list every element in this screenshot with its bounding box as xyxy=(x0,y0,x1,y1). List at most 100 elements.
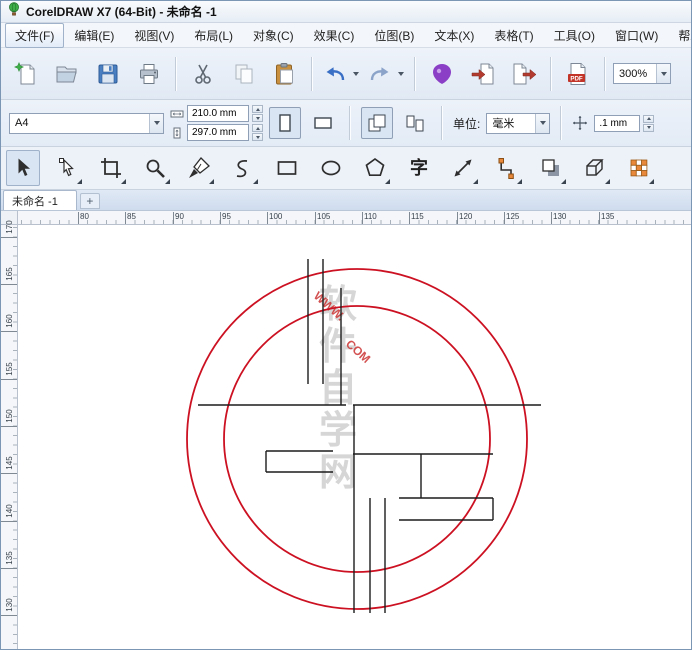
menu-layout[interactable]: 布局(L) xyxy=(184,23,243,48)
mesh-fill-tool[interactable] xyxy=(622,150,656,186)
chevron-down-icon xyxy=(398,71,404,76)
ruler-major-tick xyxy=(599,212,600,224)
cut-button[interactable] xyxy=(184,53,222,95)
page-width-icon xyxy=(170,110,184,117)
menu-help[interactable]: 帮助(H) xyxy=(668,23,691,48)
current-page-size-button[interactable] xyxy=(399,107,431,139)
zoom-level-combobox[interactable]: 300% xyxy=(613,63,671,84)
curve-tool[interactable] xyxy=(226,150,260,186)
redo-dropdown-button[interactable] xyxy=(395,57,407,91)
paste-icon xyxy=(276,62,293,84)
ruler-number: 115 xyxy=(411,212,424,221)
page-width-input[interactable]: 210.0 mm xyxy=(187,105,249,122)
horizontal-ruler[interactable]: 80 85 90 95 100 105 110 115 120 125 130 135 xyxy=(18,211,691,225)
nudge-offset-icon xyxy=(573,116,588,130)
drawing-svg[interactable]: 软件自学网WWW.COM xyxy=(18,225,692,650)
drop-shadow-icon xyxy=(542,159,559,176)
zoom-dropdown-button[interactable] xyxy=(656,64,670,83)
ruler-number: 150 xyxy=(4,409,14,423)
height-increment-button[interactable] xyxy=(252,124,263,132)
nudge-increment-button[interactable] xyxy=(643,114,655,123)
ruler-major-tick xyxy=(457,212,458,224)
rectangle-tool[interactable] xyxy=(270,150,304,186)
menu-text[interactable]: 文本(X) xyxy=(424,23,484,48)
menu-table[interactable]: 表格(T) xyxy=(484,23,543,48)
copy-button[interactable] xyxy=(225,53,263,95)
polygon-icon xyxy=(365,157,385,177)
search-content-button[interactable] xyxy=(423,53,461,95)
connector-tool[interactable] xyxy=(490,150,524,186)
all-pages-size-button[interactable] xyxy=(361,107,393,139)
landscape-orientation-button[interactable] xyxy=(307,107,339,139)
freehand-tool[interactable] xyxy=(182,150,216,186)
ruler-number: 100 xyxy=(269,212,283,221)
magnifier-icon xyxy=(146,159,165,178)
page-size-preset-value: A4 xyxy=(15,117,29,129)
polygon-tool[interactable] xyxy=(358,150,392,186)
ruler-number: 130 xyxy=(4,598,14,612)
corel-connect-icon xyxy=(433,63,451,84)
export-icon xyxy=(513,63,537,84)
extrude-cube-icon xyxy=(586,159,604,176)
menu-bar: 文件(F) 编辑(E) 视图(V) 布局(L) 对象(C) 效果(C) 位图(B… xyxy=(1,22,691,48)
coreldraw-logo-icon[interactable] xyxy=(7,2,21,21)
portrait-orientation-button[interactable] xyxy=(269,107,301,139)
menu-window[interactable]: 窗口(W) xyxy=(605,23,668,48)
menu-view[interactable]: 视图(V) xyxy=(124,23,184,48)
new-document-button[interactable] xyxy=(7,53,45,95)
spin-up-icon xyxy=(255,126,260,130)
ruler-number: 170 xyxy=(4,220,14,234)
menu-object[interactable]: 对象(C) xyxy=(243,23,304,48)
text-tool[interactable]: 字 xyxy=(402,150,436,186)
ellipse-icon xyxy=(321,160,341,176)
drawing-canvas[interactable]: 软件自学网 WWW. COM xyxy=(18,225,692,650)
menu-effects[interactable]: 效果(C) xyxy=(304,23,365,48)
shape-arrow-icon xyxy=(59,158,74,177)
menu-file[interactable]: 文件(F) xyxy=(5,22,65,48)
preset-dropdown-button[interactable] xyxy=(149,113,163,133)
title-bar[interactable]: CorelDRAW X7 (64-Bit) - 未命名 -1 xyxy=(1,1,691,23)
zoom-tool[interactable] xyxy=(138,150,172,186)
page-height-input[interactable]: 297.0 mm xyxy=(187,124,249,141)
ruler-number: 105 xyxy=(317,212,331,221)
open-button[interactable] xyxy=(48,53,86,95)
menu-edit[interactable]: 编辑(E) xyxy=(64,23,124,48)
shape-tool[interactable] xyxy=(50,150,84,186)
print-button[interactable] xyxy=(130,53,168,95)
units-value: 毫米 xyxy=(492,118,515,130)
ellipse-tool[interactable] xyxy=(314,150,348,186)
width-decrement-button[interactable] xyxy=(252,114,263,122)
dimension-tool[interactable] xyxy=(446,150,480,186)
nudge-distance-input[interactable]: .1 mm xyxy=(594,114,641,132)
height-decrement-button[interactable] xyxy=(252,133,263,141)
mesh-fill-icon xyxy=(630,159,648,177)
nudge-decrement-button[interactable] xyxy=(643,123,655,132)
menu-bitmaps[interactable]: 位图(B) xyxy=(364,23,424,48)
page-height-icon xyxy=(173,127,181,138)
publish-pdf-button[interactable]: PDF xyxy=(559,53,597,95)
vertical-ruler[interactable]: 170 165 160 155 150 145 140 135 130 xyxy=(1,220,18,649)
units-combobox[interactable]: 毫米 xyxy=(486,112,551,134)
toolbar-separator xyxy=(175,56,177,91)
export-button[interactable] xyxy=(505,53,543,95)
copy-icon xyxy=(235,64,253,83)
pick-tool[interactable] xyxy=(6,150,40,186)
import-button[interactable] xyxy=(464,53,502,95)
page-size-preset-combobox[interactable]: A4 xyxy=(9,112,164,134)
ruler-major-tick xyxy=(362,212,363,224)
drop-shadow-tool[interactable] xyxy=(534,150,568,186)
extrude-tool[interactable] xyxy=(578,150,612,186)
width-increment-button[interactable] xyxy=(252,105,263,113)
undo-dropdown-button[interactable] xyxy=(350,57,362,91)
spin-down-icon xyxy=(255,116,260,120)
paste-button[interactable] xyxy=(266,53,304,95)
undo-button[interactable] xyxy=(320,53,350,95)
menu-tools[interactable]: 工具(O) xyxy=(544,23,605,48)
save-button[interactable] xyxy=(89,53,127,95)
redo-button[interactable] xyxy=(365,53,395,95)
new-tab-button[interactable]: + xyxy=(79,193,100,209)
units-dropdown-button[interactable] xyxy=(535,113,550,133)
document-tab-active[interactable]: 未命名 -1 xyxy=(3,190,77,210)
crop-tool[interactable] xyxy=(94,150,128,186)
dimension-arrow-icon xyxy=(454,159,472,177)
